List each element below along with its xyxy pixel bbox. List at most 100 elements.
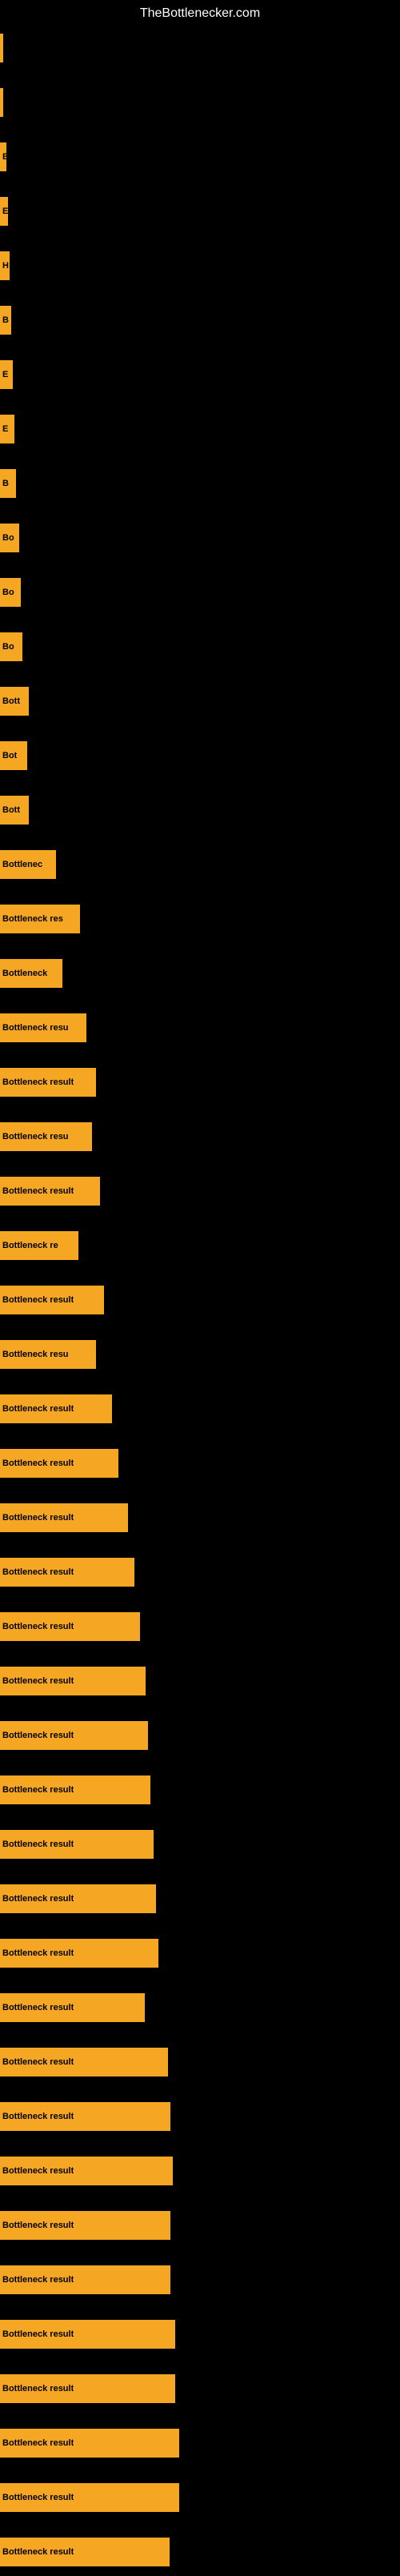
bar-row: E	[0, 133, 400, 181]
bar-row: Bottleneck result	[0, 1494, 400, 1542]
bar-row: Bottleneck result	[0, 2092, 400, 2141]
bar-label: Bo	[2, 588, 14, 597]
bar: E	[0, 415, 14, 443]
bar-label: Bottleneck result	[2, 1404, 74, 1414]
bar-label: Bottleneck result	[2, 2329, 74, 2339]
bar: Bottleneck result	[0, 1394, 112, 1423]
bar-label: Bottleneck result	[2, 1295, 74, 1305]
bar-label: Bottleneck result	[2, 1676, 74, 1686]
bar-row	[0, 78, 400, 126]
bar-row: Bottleneck result	[0, 1820, 400, 1868]
bar: Bottleneck result	[0, 2157, 173, 2185]
bar-label: Bottleneck result	[2, 2221, 74, 2230]
bar-row: Bott	[0, 786, 400, 834]
bar: Bottleneck result	[0, 1068, 96, 1097]
bar-row: Bottleneck result	[0, 1548, 400, 1596]
bar-row: Bottleneck result	[0, 1929, 400, 1977]
bar-label: Bo	[2, 533, 14, 543]
bar: Bottleneck result	[0, 1667, 146, 1695]
bar-row: Bottleneck result	[0, 1766, 400, 1814]
bar-label: Bott	[2, 805, 20, 815]
bar: Bottleneck result	[0, 1939, 158, 1968]
bar: Bottleneck result	[0, 2483, 179, 2512]
bar-label: Bottleneck result	[2, 2003, 74, 2012]
bar: E	[0, 142, 6, 171]
bar: Bottleneck result	[0, 1449, 118, 1478]
bar-row: Bottleneck result	[0, 1875, 400, 1923]
bar-row: Bottleneck result	[0, 1385, 400, 1433]
bar-row: Bottleneck resu	[0, 1113, 400, 1161]
bar: Bottleneck result	[0, 2265, 170, 2294]
bar-row: Bottleneck result	[0, 2201, 400, 2249]
bar-label: Bottleneck result	[2, 1894, 74, 1904]
bar-label: Bottleneck res	[2, 914, 63, 924]
bar-row: B	[0, 296, 400, 344]
bar-row: Bo	[0, 623, 400, 671]
bar-label: Bo	[2, 642, 14, 652]
bar-label: Bott	[2, 696, 20, 706]
bar-label: Bottleneck result	[2, 1622, 74, 1631]
bar-row: Bottleneck	[0, 949, 400, 997]
bar-row: B	[0, 459, 400, 508]
bar-label: Bottleneck result	[2, 2493, 74, 2502]
bar	[0, 88, 3, 117]
bar-label: E	[2, 152, 6, 162]
bar-row	[0, 24, 400, 72]
bar: Bottleneck result	[0, 2429, 179, 2458]
bar-row: E	[0, 351, 400, 399]
bar: Bottleneck re	[0, 1231, 78, 1260]
bar: Bottlenec	[0, 850, 56, 879]
bar: H	[0, 251, 10, 280]
bar: Bottleneck res	[0, 905, 80, 933]
bar: Bottleneck	[0, 959, 62, 988]
bar-label: B	[2, 479, 9, 488]
bar-label: Bottleneck result	[2, 2275, 74, 2285]
bar: E	[0, 197, 8, 226]
bar-row: E	[0, 405, 400, 453]
bar: Bott	[0, 687, 29, 716]
bar-label: Bottleneck result	[2, 2547, 74, 2557]
bar-label: E	[2, 424, 8, 434]
bar: Bottleneck result	[0, 1884, 156, 1913]
bar: Bottleneck result	[0, 1558, 134, 1587]
bar-row: Bottleneck result	[0, 2038, 400, 2086]
bar: Bottleneck result	[0, 2211, 170, 2240]
bar	[0, 34, 3, 62]
bar-row: Bottleneck re	[0, 1222, 400, 1270]
bar: B	[0, 469, 16, 498]
bar-row: Bottlenec	[0, 841, 400, 889]
bar-label: Bottleneck	[2, 969, 47, 978]
bar: Bottleneck result	[0, 1503, 128, 1532]
bar-label: Bottleneck result	[2, 1077, 74, 1087]
bar-label: Bottleneck result	[2, 2057, 74, 2067]
bar: Bottleneck result	[0, 1776, 150, 1804]
bar-label: Bottlenec	[2, 860, 42, 869]
bar: Bottleneck result	[0, 1286, 104, 1314]
bar: Bot	[0, 741, 27, 770]
bar-row: Bottleneck result	[0, 1657, 400, 1705]
bar: Bottleneck result	[0, 2320, 175, 2349]
bar: Bott	[0, 796, 29, 825]
bar-label: Bottleneck result	[2, 1785, 74, 1795]
bar-label: Bottleneck result	[2, 1186, 74, 1196]
bar-row: Bottleneck result	[0, 2147, 400, 2195]
bar-row: E	[0, 187, 400, 235]
bar-row: Bottleneck result	[0, 1439, 400, 1487]
bar-label: E	[2, 207, 8, 216]
bar-row: Bottleneck resu	[0, 1004, 400, 1052]
bar: Bottleneck result	[0, 1721, 148, 1750]
bar: Bottleneck result	[0, 2538, 170, 2566]
bar-label: E	[2, 370, 8, 379]
bar: Bo	[0, 632, 22, 661]
bar-row: Bottleneck result	[0, 1711, 400, 1759]
bar: Bottleneck result	[0, 1993, 145, 2022]
bar: Bottleneck result	[0, 1830, 154, 1859]
bar: Bottleneck result	[0, 1612, 140, 1641]
bar-row: Bottleneck result	[0, 2365, 400, 2413]
bar-row: Bottleneck result	[0, 1276, 400, 1324]
bar: Bottleneck result	[0, 2102, 170, 2131]
bar-row: Bo	[0, 514, 400, 562]
bar: Bottleneck resu	[0, 1122, 92, 1151]
bar-label: Bottleneck re	[2, 1241, 58, 1250]
bar-row: Bot	[0, 732, 400, 780]
